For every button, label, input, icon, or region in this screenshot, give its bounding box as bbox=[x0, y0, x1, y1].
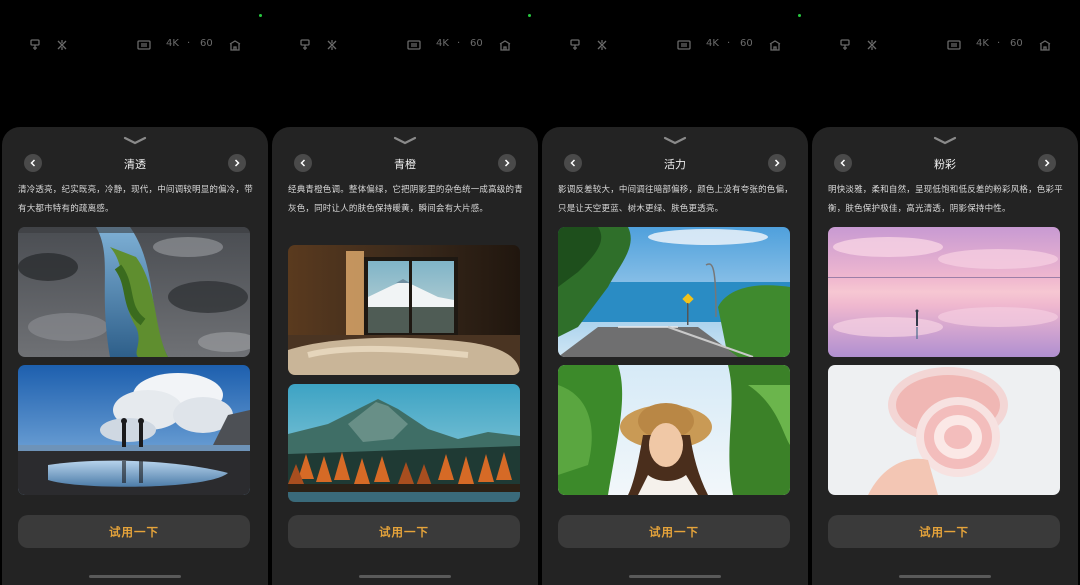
camera-toolbar: 4K · 60 bbox=[24, 36, 248, 54]
try-filter-button[interactable]: 试用一下 bbox=[18, 515, 250, 548]
flash-icon[interactable] bbox=[568, 36, 582, 54]
home-indicator[interactable] bbox=[359, 575, 451, 578]
hdr-icon[interactable] bbox=[946, 36, 962, 54]
separator: · bbox=[187, 38, 191, 49]
try-filter-button[interactable]: 试用一下 bbox=[558, 515, 790, 548]
shutter-timer-icon[interactable] bbox=[55, 36, 69, 54]
sample-photo-coastal-road bbox=[558, 227, 790, 357]
resolution-label[interactable]: 4K bbox=[706, 38, 719, 49]
filter-description: 经典青橙色调。整体偏绿，它把阴影里的杂色统一成高级的青灰色，同时让人的肤色保持暖… bbox=[288, 185, 523, 214]
sample-photo-bedroom-window bbox=[288, 245, 520, 375]
separator: · bbox=[457, 38, 461, 49]
settings-icon[interactable] bbox=[768, 36, 782, 54]
filter-screen-qingcheng: 4K · 60 青橙 经典青橙色调。整体偏绿，它把阴影里的杂色统一成高级的青灰色… bbox=[270, 0, 540, 585]
filter-sheet: 青橙 经典青橙色调。整体偏绿，它把阴影里的杂色统一成高级的青灰色，同时让人的肤色… bbox=[272, 127, 538, 585]
chevron-right-icon bbox=[504, 159, 510, 167]
settings-icon[interactable] bbox=[228, 36, 242, 54]
filter-sheet: 活力 影调反差较大，中间调往暗部偏移，颜色上没有夸张的色偏，只是让天空更蓝、树木… bbox=[542, 127, 808, 585]
chevron-down-icon[interactable] bbox=[393, 135, 417, 145]
flash-icon[interactable] bbox=[838, 36, 852, 54]
next-filter-button[interactable] bbox=[498, 154, 516, 172]
sample-photo-girl-with-hat bbox=[558, 365, 790, 495]
status-dot bbox=[528, 14, 531, 17]
chevron-right-icon bbox=[1044, 159, 1050, 167]
try-filter-button[interactable]: 试用一下 bbox=[828, 515, 1060, 548]
resolution-label[interactable]: 4K bbox=[976, 38, 989, 49]
shutter-timer-icon[interactable] bbox=[865, 36, 879, 54]
camera-toolbar: 4K · 60 bbox=[294, 36, 518, 54]
camera-toolbar: 4K · 60 bbox=[834, 36, 1058, 54]
next-filter-button[interactable] bbox=[228, 154, 246, 172]
filter-description: 清冷透亮，纪实既亮，冷静，现代，中间调较明显的偏冷，带有大都市特有的疏离感。 bbox=[18, 185, 253, 214]
sample-photo-pink-cake-roll bbox=[828, 365, 1060, 495]
shutter-timer-icon[interactable] bbox=[595, 36, 609, 54]
home-indicator[interactable] bbox=[629, 575, 721, 578]
filter-screen-qingtou: 4K · 60 清透 清冷透亮，纪实既亮，冷静，现代，中间调较明显的偏冷，带有大… bbox=[0, 0, 270, 585]
status-dot bbox=[798, 14, 801, 17]
flash-icon[interactable] bbox=[298, 36, 312, 54]
fps-label[interactable]: 60 bbox=[1010, 38, 1023, 49]
resolution-label[interactable]: 4K bbox=[166, 38, 179, 49]
chevron-right-icon bbox=[234, 159, 240, 167]
filter-screen-fencai: 4K · 60 粉彩 明快淡雅，柔和自然，呈现低饱和低反差的粉彩风格，色彩平衡，… bbox=[810, 0, 1080, 585]
home-indicator[interactable] bbox=[899, 575, 991, 578]
settings-icon[interactable] bbox=[498, 36, 512, 54]
separator: · bbox=[997, 38, 1001, 49]
filter-description: 明快淡雅，柔和自然，呈现低饱和低反差的粉彩风格，色彩平衡，肤色保护极佳，高光清透… bbox=[828, 185, 1063, 214]
try-filter-button[interactable]: 试用一下 bbox=[288, 515, 520, 548]
sample-photo-mountain-forest bbox=[288, 384, 520, 502]
filter-sheet: 粉彩 明快淡雅，柔和自然，呈现低饱和低反差的粉彩风格，色彩平衡，肤色保护极佳，高… bbox=[812, 127, 1078, 585]
filter-description: 影调反差较大，中间调往暗部偏移，颜色上没有夸张的色偏，只是让天空更蓝、树木更绿、… bbox=[558, 185, 793, 214]
next-filter-button[interactable] bbox=[768, 154, 786, 172]
status-dot bbox=[259, 14, 262, 17]
chevron-down-icon[interactable] bbox=[123, 135, 147, 145]
chevron-down-icon[interactable] bbox=[933, 135, 957, 145]
fps-label[interactable]: 60 bbox=[740, 38, 753, 49]
hdr-icon[interactable] bbox=[136, 36, 152, 54]
sample-photo-beach-silhouettes bbox=[18, 365, 250, 495]
camera-toolbar: 4K · 60 bbox=[564, 36, 788, 54]
hdr-icon[interactable] bbox=[676, 36, 692, 54]
chevron-down-icon[interactable] bbox=[663, 135, 687, 145]
sample-photo-street-reflection bbox=[18, 227, 250, 357]
resolution-label[interactable]: 4K bbox=[436, 38, 449, 49]
hdr-icon[interactable] bbox=[406, 36, 422, 54]
settings-icon[interactable] bbox=[1038, 36, 1052, 54]
chevron-right-icon bbox=[774, 159, 780, 167]
sample-photo-pink-salt-lake bbox=[828, 227, 1060, 357]
filter-screen-huoli: 4K · 60 活力 影调反差较大，中间调往暗部偏移，颜色上没有夸张的色偏，只是… bbox=[540, 0, 810, 585]
flash-icon[interactable] bbox=[28, 36, 42, 54]
fps-label[interactable]: 60 bbox=[470, 38, 483, 49]
filter-sheet: 清透 清冷透亮，纪实既亮，冷静，现代，中间调较明显的偏冷，带有大都市特有的疏离感… bbox=[2, 127, 268, 585]
home-indicator[interactable] bbox=[89, 575, 181, 578]
fps-label[interactable]: 60 bbox=[200, 38, 213, 49]
separator: · bbox=[727, 38, 731, 49]
next-filter-button[interactable] bbox=[1038, 154, 1056, 172]
shutter-timer-icon[interactable] bbox=[325, 36, 339, 54]
